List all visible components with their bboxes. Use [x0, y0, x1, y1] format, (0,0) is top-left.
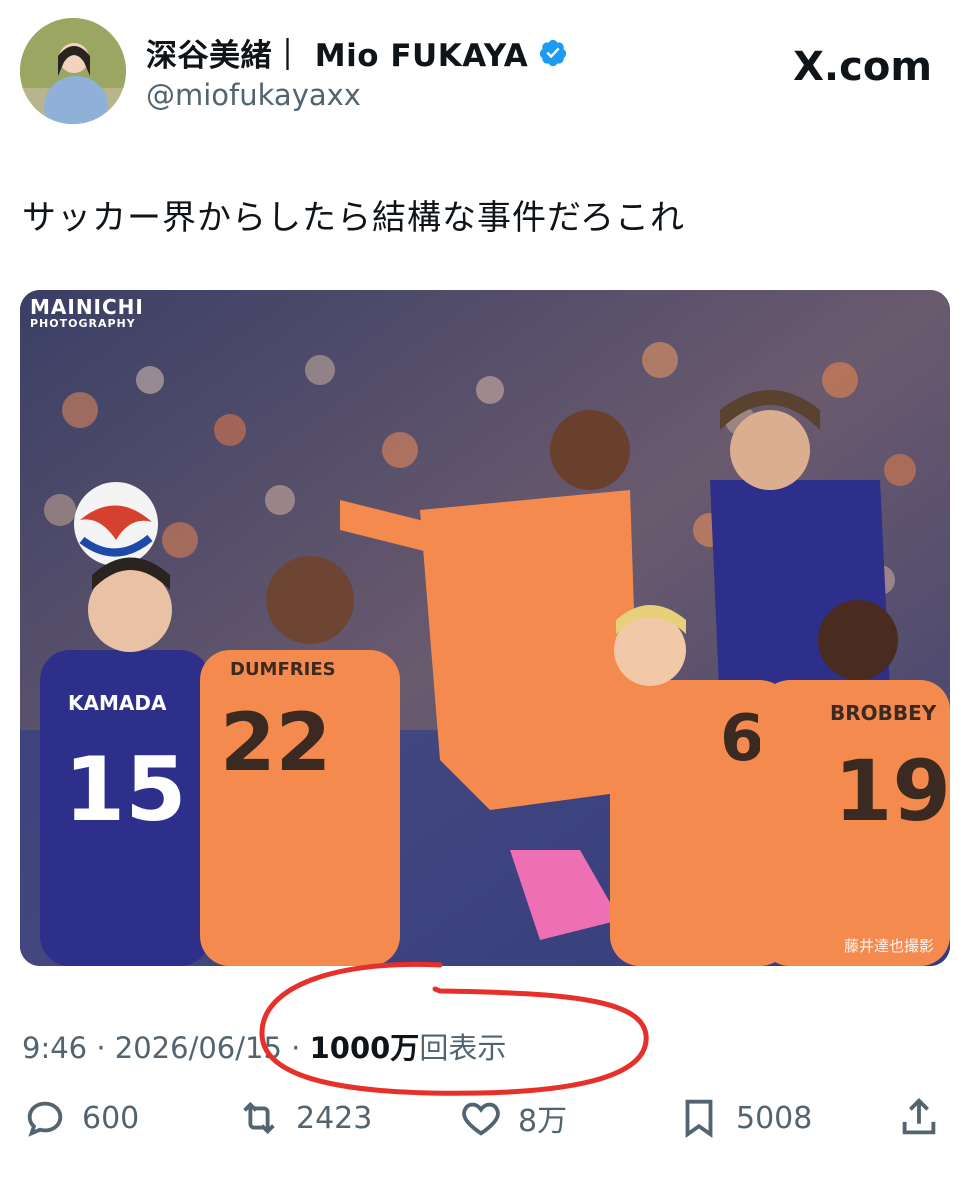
site-logo: X.com — [793, 44, 932, 90]
svg-text:6: 6 — [720, 702, 765, 776]
avatar[interactable] — [20, 18, 126, 124]
meta-separator: · — [96, 1031, 106, 1065]
site-logo-text: X.com — [793, 44, 932, 90]
tweet-time[interactable]: 9:46 — [22, 1031, 87, 1065]
photo-credit: 藤井達也撮影 — [843, 937, 934, 955]
share-icon — [902, 1098, 936, 1135]
svg-text:KAMADA: KAMADA — [68, 691, 167, 715]
svg-text:DUMFRIES: DUMFRIES — [230, 659, 336, 680]
author-handle[interactable]: @miofukayaxx — [146, 78, 361, 112]
reply-button[interactable]: 600 — [22, 1095, 139, 1141]
tweet-meta: 9:46 · 2026/06/15 · 1000万回表示 — [22, 1025, 506, 1067]
repost-count: 2423 — [296, 1100, 373, 1136]
author-name-row: 深谷美緒｜ Mio FUKAYA — [146, 30, 568, 75]
views-label: 回表示 — [419, 1031, 507, 1065]
bookmark-icon — [685, 1099, 713, 1138]
tweet-date[interactable]: 2026/06/15 — [115, 1031, 282, 1065]
soccer-photo-illustration: KAMADA 15 DUMFRIES 22 6 BROBBEY 19 — [20, 290, 950, 966]
svg-text:BROBBEY: BROBBEY — [830, 701, 937, 725]
verified-badge-icon — [540, 39, 567, 66]
watermark-line1: MAINICHI — [30, 295, 144, 319]
svg-text:15: 15 — [64, 738, 186, 841]
share-button[interactable] — [896, 1095, 942, 1141]
tweet-text: サッカー界からしたら結構な事件だろこれ — [22, 198, 685, 238]
repost-icon — [243, 1101, 275, 1135]
bookmark-button[interactable]: 5008 — [676, 1095, 812, 1141]
reply-icon — [27, 1101, 63, 1137]
like-button[interactable]: 8万 — [458, 1095, 567, 1141]
watermark-line2: PHOTOGRAPHY — [30, 317, 136, 330]
like-icon — [462, 1102, 500, 1136]
views-count: 1000万 — [309, 1031, 420, 1065]
like-count: 8万 — [518, 1104, 568, 1139]
display-name[interactable]: 深谷美緒｜ Mio FUKAYA — [146, 30, 528, 75]
tweet-actions: 600 2423 8万 5008 — [0, 1095, 970, 1155]
meta-separator: · — [291, 1031, 301, 1065]
photo-watermark: MAINICHI PHOTOGRAPHY — [30, 296, 144, 330]
reply-count: 600 — [82, 1100, 140, 1136]
tweet-photo[interactable]: KAMADA 15 DUMFRIES 22 6 BROBBEY 19 MAINI… — [20, 290, 950, 966]
repost-button[interactable]: 2423 — [236, 1095, 372, 1141]
svg-text:19: 19 — [834, 742, 950, 840]
svg-text:22: 22 — [220, 696, 331, 789]
bookmark-count: 5008 — [736, 1100, 813, 1136]
tweet-header: 深谷美緒｜ Mio FUKAYA @miofukayaxx X.com — [0, 0, 970, 140]
